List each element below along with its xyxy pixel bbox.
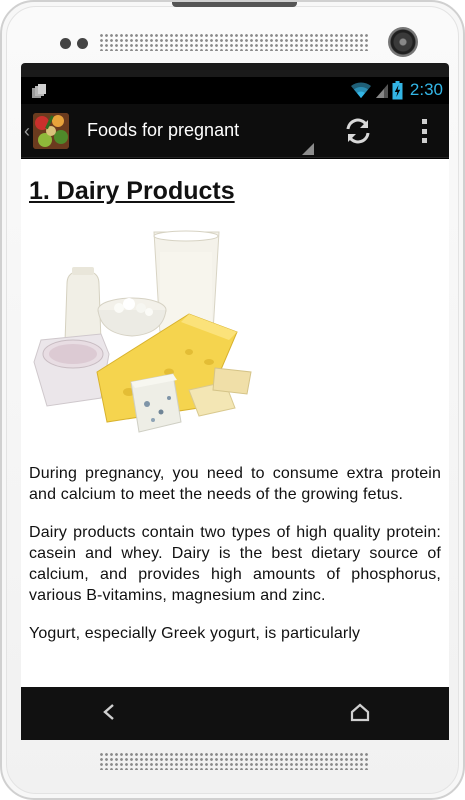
status-bar: 2:30 — [21, 77, 449, 104]
back-icon[interactable] — [99, 701, 119, 723]
bottom-speaker-grille — [99, 752, 369, 770]
notification-icon — [32, 84, 46, 98]
front-camera — [388, 27, 418, 57]
up-navigation-caret-icon[interactable]: ‹ — [24, 121, 30, 142]
action-bar: ‹ Foods for pregnant — [21, 104, 449, 158]
navigation-bar — [21, 687, 449, 740]
battery-charging-icon — [392, 80, 403, 99]
wifi-icon — [350, 82, 371, 98]
overflow-menu-icon[interactable] — [417, 116, 431, 146]
status-icons: 2:30 — [350, 80, 443, 100]
article-paragraph: Dairy products contain two types of high… — [29, 524, 441, 604]
status-clock: 2:30 — [409, 80, 443, 99]
phone-frame: 2:30 ‹ Foods for pregnant 1. Dairy Produ… — [0, 0, 465, 800]
dairy-products-image — [29, 222, 257, 442]
screen: 2:30 ‹ Foods for pregnant 1. Dairy Produ… — [21, 77, 449, 740]
app-icon[interactable] — [33, 113, 69, 149]
article-content[interactable]: 1. Dairy Products During pregnancy, you … — [21, 159, 449, 687]
signal-icon — [375, 84, 388, 98]
app-title[interactable]: Foods for pregnant — [87, 120, 239, 141]
article-paragraph: Yogurt, especially Greek yogurt, is part… — [29, 625, 361, 642]
home-icon[interactable] — [349, 701, 371, 723]
article-heading: 1. Dairy Products — [29, 177, 235, 205]
earpiece-speaker-grille — [99, 33, 369, 51]
article-paragraph: During pregnancy, you need to consume ex… — [29, 465, 441, 503]
phone-top-slot — [172, 2, 297, 7]
phone-sensors — [60, 38, 88, 49]
spinner-dropdown-indicator-icon[interactable] — [302, 143, 314, 155]
refresh-icon[interactable] — [344, 117, 372, 145]
